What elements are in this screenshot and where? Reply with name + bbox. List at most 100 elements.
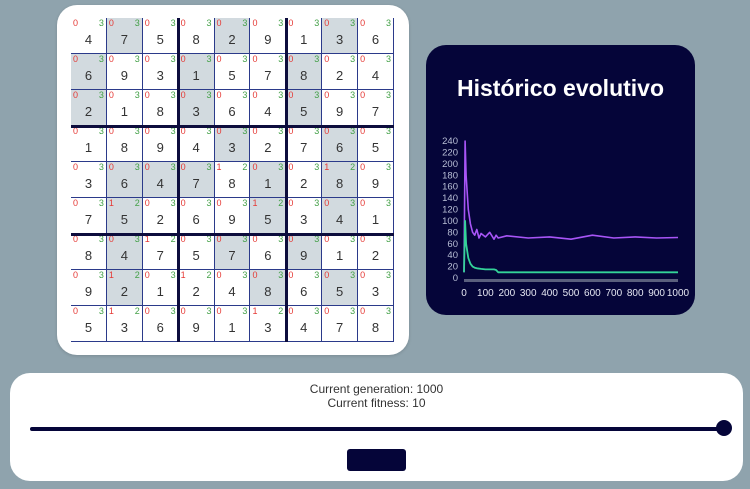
cell-value: 8 xyxy=(336,176,344,191)
cell-fixed-count: 3 xyxy=(134,54,140,64)
cell-fixed-count: 3 xyxy=(278,90,284,100)
sudoku-cell: 0 34 xyxy=(358,54,394,90)
cell-conflict-count: 0 xyxy=(288,306,294,316)
cell-conflict-count: 0 xyxy=(73,234,79,244)
sudoku-cell: 0 39 xyxy=(358,162,394,198)
sudoku-cell: 0 35 xyxy=(322,270,359,306)
cell-value: 5 xyxy=(120,212,128,227)
sudoku-cell: 0 35 xyxy=(286,90,323,126)
y-tick-label: 40 xyxy=(447,250,458,261)
cell-conflict-count: 0 xyxy=(252,234,258,244)
sudoku-cell: 0 39 xyxy=(322,90,359,126)
cell-fixed-count: 3 xyxy=(170,270,176,280)
cell-conflict-count: 0 xyxy=(108,18,114,28)
y-tick-label: 100 xyxy=(442,216,458,227)
cell-fixed-count: 3 xyxy=(314,306,320,316)
cell-fixed-count: 3 xyxy=(206,234,212,244)
cell-conflict-count: 1 xyxy=(252,306,258,316)
cell-fixed-count: 3 xyxy=(350,90,356,100)
cell-fixed-count: 3 xyxy=(242,18,248,28)
cell-fixed-count: 2 xyxy=(134,198,140,208)
cell-fixed-count: 3 xyxy=(278,18,284,28)
cell-conflict-count: 1 xyxy=(216,162,222,172)
cell-fixed-count: 3 xyxy=(98,234,104,244)
cell-conflict-count: 1 xyxy=(108,198,114,208)
sudoku-grid: 0340370350380320390310330360360390330310… xyxy=(71,18,394,342)
cell-value: 4 xyxy=(192,140,200,155)
cell-conflict-count: 0 xyxy=(144,162,150,172)
cell-value: 4 xyxy=(156,176,164,191)
cell-value: 2 xyxy=(156,212,164,227)
cell-value: 3 xyxy=(192,104,200,119)
sudoku-cell: 0 38 xyxy=(142,90,179,126)
cell-fixed-count: 3 xyxy=(242,54,248,64)
cell-conflict-count: 0 xyxy=(216,126,222,136)
sudoku-cell: 122 xyxy=(106,270,143,306)
sudoku-cell: 0 36 xyxy=(358,18,394,54)
cell-fixed-count: 3 xyxy=(98,54,104,64)
sudoku-cell: 0 34 xyxy=(106,234,143,270)
x-tick-label: 900 xyxy=(648,288,665,299)
cell-value: 4 xyxy=(120,248,128,263)
cell-conflict-count: 0 xyxy=(73,306,79,316)
action-button[interactable] xyxy=(347,449,406,471)
sudoku-cell: 033 xyxy=(71,162,107,198)
cell-value: 5 xyxy=(228,68,236,83)
cell-value: 6 xyxy=(371,32,380,47)
sudoku-cell: 0 32 xyxy=(358,234,394,270)
sudoku-cell: 0 34 xyxy=(250,90,287,126)
history-card: Histórico evolutivo 0 20 40 60 80 100 120 140 16… xyxy=(426,45,695,315)
cell-value: 6 xyxy=(336,140,344,155)
y-tick-label: 220 xyxy=(442,147,458,158)
cell-conflict-count: 0 xyxy=(324,198,330,208)
cell-conflict-count: 0 xyxy=(108,90,114,100)
cell-conflict-count: 0 xyxy=(73,18,79,28)
cell-fixed-count: 2 xyxy=(170,234,176,244)
cell-conflict-count: 0 xyxy=(180,90,186,100)
cell-fixed-count: 3 xyxy=(170,90,176,100)
sudoku-cell: 0 35 xyxy=(142,18,179,54)
cell-conflict-count: 0 xyxy=(324,126,330,136)
cell-fixed-count: 3 xyxy=(314,198,320,208)
cell-value: 8 xyxy=(84,248,93,263)
cell-value: 3 xyxy=(336,32,344,47)
y-tick-label: 120 xyxy=(442,205,458,216)
cell-value: 3 xyxy=(120,320,128,335)
cell-conflict-count: 0 xyxy=(252,54,258,64)
cell-value: 7 xyxy=(84,212,93,227)
cell-conflict-count: 0 xyxy=(144,90,150,100)
cell-fixed-count: 3 xyxy=(134,126,140,136)
cell-fixed-count: 3 xyxy=(242,90,248,100)
cell-conflict-count: 1 xyxy=(324,162,330,172)
cell-fixed-count: 2 xyxy=(134,306,140,316)
cell-conflict-count: 0 xyxy=(144,270,150,280)
cell-conflict-count: 0 xyxy=(216,18,222,28)
cell-value: 4 xyxy=(84,32,93,47)
cell-value: 8 xyxy=(156,104,164,119)
sudoku-cell: 0 37 xyxy=(178,162,215,198)
sudoku-cell: 0 39 xyxy=(178,306,215,342)
cell-conflict-count: 0 xyxy=(288,54,294,64)
cell-conflict-count: 0 xyxy=(360,270,366,280)
cell-fixed-count: 3 xyxy=(170,18,176,28)
x-tick-label: 400 xyxy=(541,288,558,299)
x-axis-line xyxy=(464,279,678,282)
cell-conflict-count: 0 xyxy=(360,198,366,208)
cell-fixed-count: 2 xyxy=(278,306,284,316)
cell-conflict-count: 0 xyxy=(216,270,222,280)
cell-conflict-count: 0 xyxy=(73,126,79,136)
cell-fixed-count: 3 xyxy=(170,162,176,172)
sudoku-cell: 0 37 xyxy=(106,18,143,54)
sudoku-cell: 0 31 xyxy=(178,54,215,90)
generation-slider-thumb[interactable] xyxy=(716,420,732,436)
sudoku-cell: 0 38 xyxy=(286,54,323,90)
cell-value: 9 xyxy=(336,104,344,119)
generation-slider-track[interactable] xyxy=(30,427,728,431)
cell-fixed-count: 3 xyxy=(242,234,248,244)
cell-fixed-count: 3 xyxy=(206,18,212,28)
cell-value: 1 xyxy=(228,320,236,335)
cell-fixed-count: 3 xyxy=(206,306,212,316)
sudoku-cell: 0 38 xyxy=(106,126,143,162)
sudoku-cell: 0 32 xyxy=(142,198,179,234)
x-tick-label: 200 xyxy=(498,288,515,299)
